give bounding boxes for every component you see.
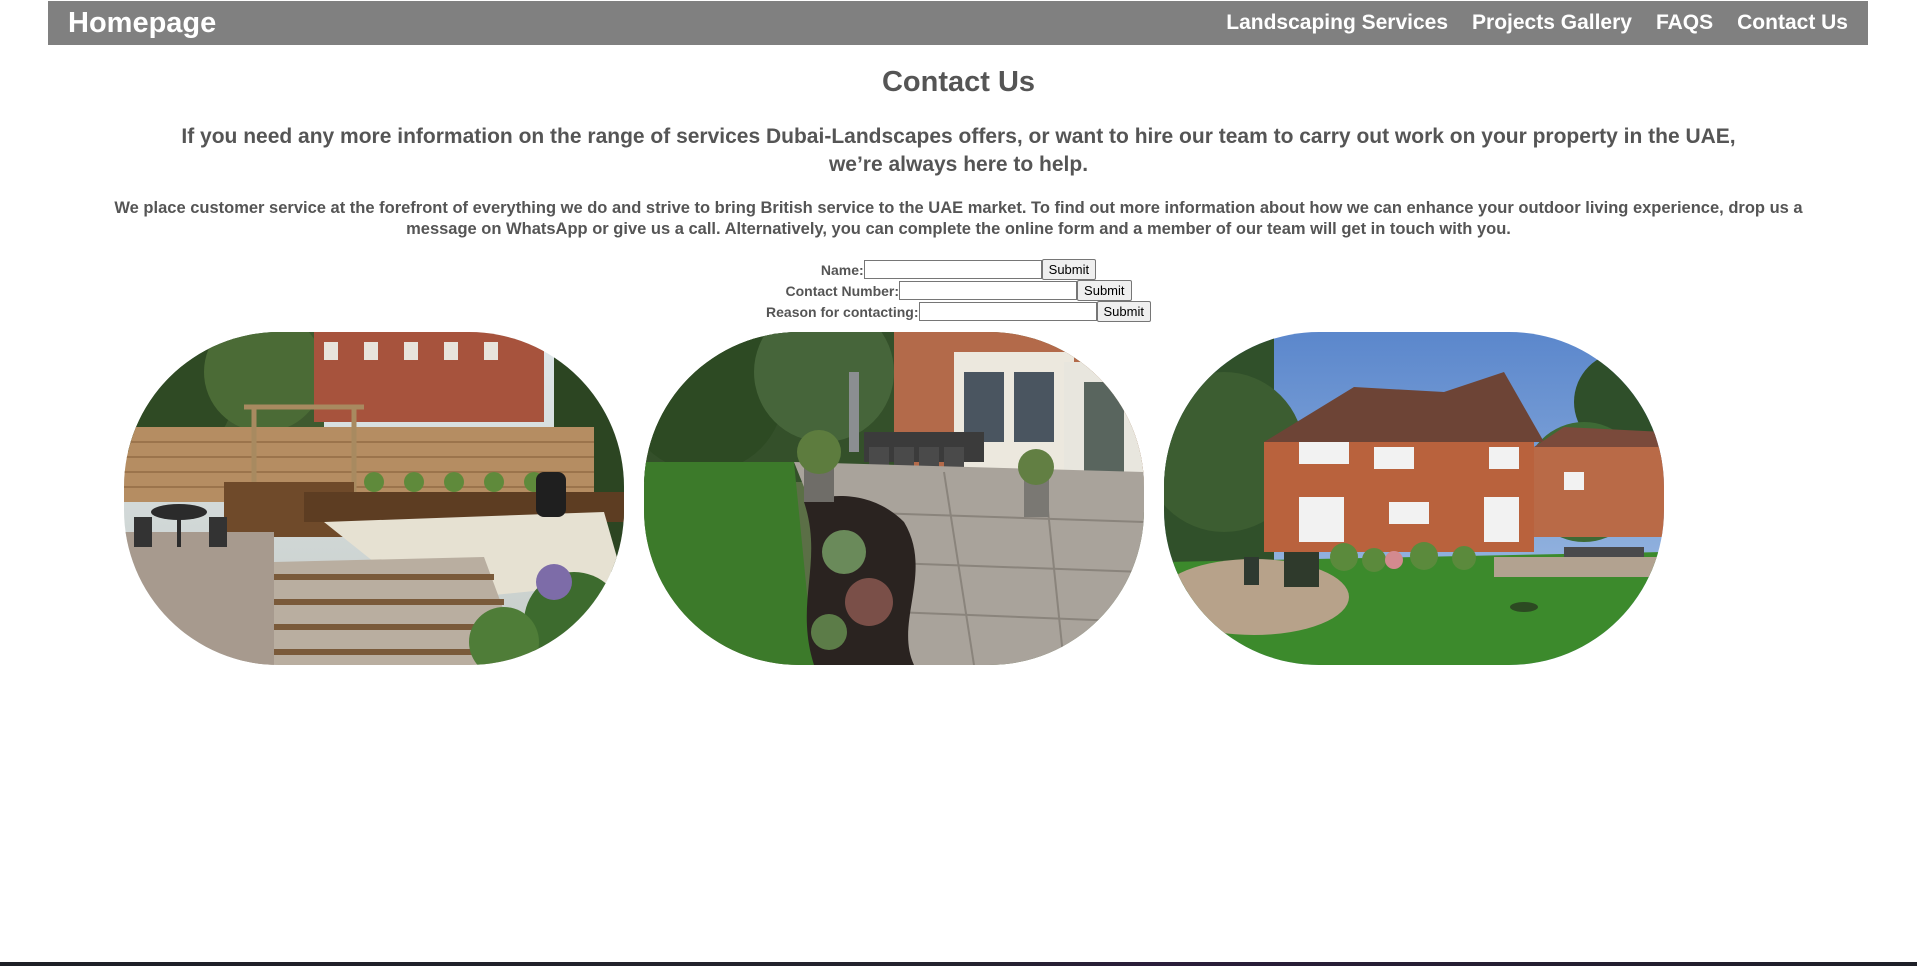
contact-number-submit-button[interactable]: Submit <box>1077 280 1132 301</box>
form-row-reason: Reason for contacting: Submit <box>0 301 1917 322</box>
homepage-link[interactable]: Homepage <box>68 7 216 40</box>
garden-lawn-patio-image <box>644 332 1144 665</box>
navbar: Homepage Landscaping Services Projects G… <box>48 1 1868 45</box>
contact-form: Name: Submit Contact Number: Submit Reas… <box>0 259 1917 322</box>
form-row-contact-number: Contact Number: Submit <box>0 280 1917 301</box>
page: Homepage Landscaping Services Projects G… <box>0 0 1917 966</box>
house-garden-image <box>1164 332 1664 665</box>
garden-steps-patio-image <box>124 332 624 665</box>
gallery <box>124 332 1664 665</box>
nav-link-projects-gallery[interactable]: Projects Gallery <box>1472 11 1632 35</box>
name-label: Name: <box>820 261 864 278</box>
reason-input[interactable] <box>918 302 1097 321</box>
nav-link-faqs[interactable]: FAQS <box>1656 11 1713 35</box>
nav-link-contact-us[interactable]: Contact Us <box>1737 11 1848 35</box>
intro-paragraph: We place customer service at the forefro… <box>114 199 1803 238</box>
contact-number-label: Contact Number: <box>785 282 900 299</box>
name-submit-button[interactable]: Submit <box>1041 259 1097 280</box>
nav-link-landscaping-services[interactable]: Landscaping Services <box>1226 11 1448 35</box>
subheading: If you need any more information on the … <box>181 125 1736 176</box>
reason-submit-button[interactable]: Submit <box>1096 301 1151 322</box>
form-row-name: Name: Submit <box>0 259 1917 280</box>
page-title: Contact Us <box>881 66 1036 98</box>
bottom-strip <box>0 962 1917 966</box>
reason-label: Reason for contacting: <box>766 303 919 320</box>
name-input[interactable] <box>863 260 1042 279</box>
contact-number-input[interactable] <box>899 281 1078 300</box>
nav-links: Landscaping Services Projects Gallery FA… <box>1202 11 1848 35</box>
